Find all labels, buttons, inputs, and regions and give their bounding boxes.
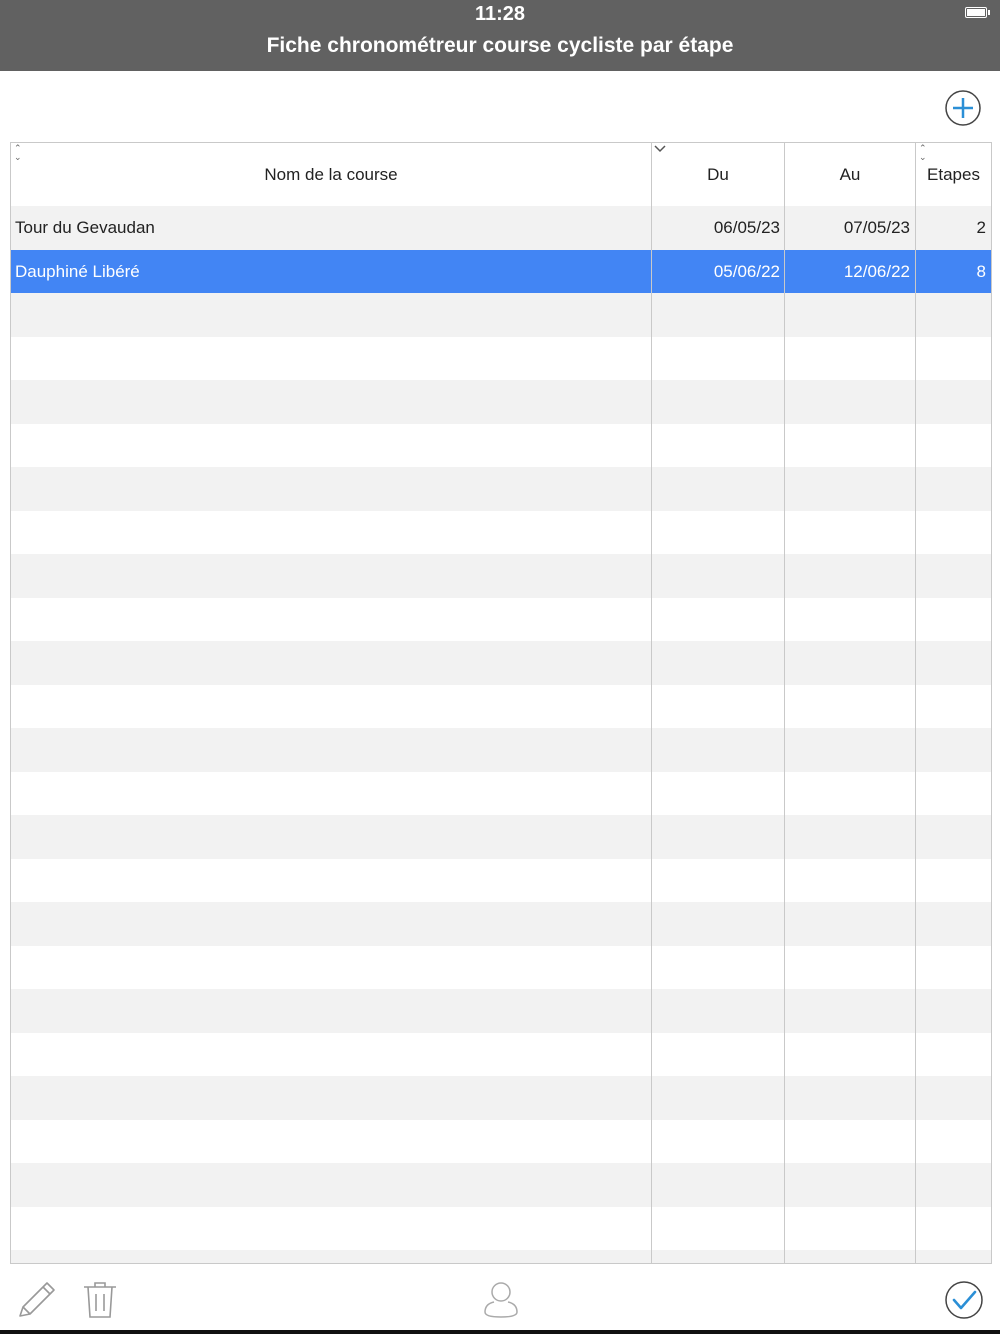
sort-icon: ⌃ ⌄ <box>14 143 22 162</box>
chevron-down-icon <box>654 145 666 153</box>
column-header-etapes[interactable]: ⌃ ⌄ Etapes <box>916 143 991 206</box>
races-table: ⌃ ⌄ Nom de la course Du Au ⌃ ⌄ Etapes Tour… <box>10 142 992 1264</box>
cell-du: 06/05/23 <box>713 218 780 237</box>
title-bar: 11:28 Fiche chronométreur course cyclist… <box>0 0 1000 71</box>
add-button[interactable] <box>944 89 982 127</box>
column-divider <box>915 143 916 1263</box>
table-row[interactable]: Tour du Gevaudan 06/05/23 07/05/23 2 <box>11 206 991 250</box>
column-label: Nom de la course <box>264 164 398 184</box>
checkmark-icon <box>945 1281 983 1319</box>
sort-icon: ⌃ ⌄ <box>919 143 927 162</box>
column-divider <box>651 143 652 1263</box>
page-title: Fiche chronométreur course cycliste par … <box>266 34 734 57</box>
bottom-toolbar <box>0 1264 1000 1330</box>
column-header-du[interactable]: Du <box>652 143 784 206</box>
user-button[interactable] <box>482 1280 520 1320</box>
cell-etapes: 8 <box>976 261 986 281</box>
delete-button[interactable] <box>82 1280 118 1320</box>
cell-au: 07/05/23 <box>843 218 910 237</box>
column-header-au[interactable]: Au <box>785 143 915 206</box>
column-label: Du <box>707 164 729 184</box>
confirm-button[interactable] <box>944 1280 984 1320</box>
pencil-icon <box>19 1282 55 1317</box>
battery-icon <box>965 7 990 18</box>
cell-au: 12/06/22 <box>843 261 910 281</box>
cell-du: 05/06/22 <box>713 261 780 281</box>
add-icon <box>945 90 981 126</box>
cell-etapes: 2 <box>976 218 986 237</box>
cell-nom: Dauphiné Libéré <box>15 261 140 281</box>
trash-icon <box>84 1282 116 1318</box>
bottom-edge <box>0 1330 1000 1334</box>
column-label: Au <box>839 164 861 184</box>
column-divider <box>784 143 785 1263</box>
table-row-selected[interactable]: Dauphiné Libéré 05/06/22 12/06/22 8 <box>11 249 991 293</box>
column-header-nom[interactable]: ⌃ ⌄ Nom de la course <box>11 143 651 206</box>
user-icon <box>484 1282 518 1318</box>
edit-button[interactable] <box>16 1280 58 1320</box>
cell-nom: Tour du Gevaudan <box>15 218 155 237</box>
status-time: 11:28 <box>474 3 526 25</box>
table-header: ⌃ ⌄ Nom de la course Du Au ⌃ ⌄ Etapes <box>11 143 991 207</box>
column-label: Etapes <box>927 164 980 184</box>
